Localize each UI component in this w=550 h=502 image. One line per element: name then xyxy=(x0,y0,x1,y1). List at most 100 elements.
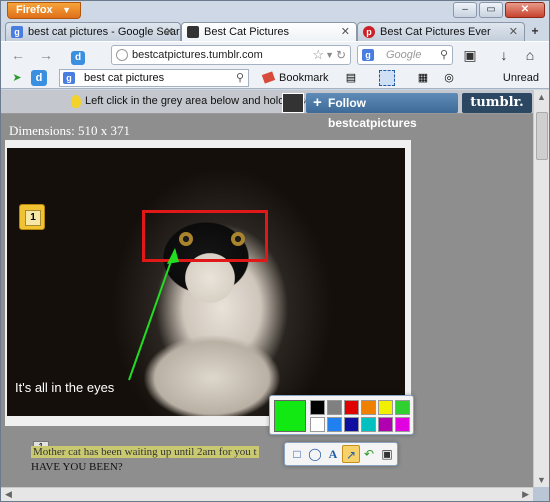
tumblr-logo[interactable]: tumblr. xyxy=(462,93,532,113)
swatch-black[interactable] xyxy=(310,400,325,415)
annotation-arrow[interactable] xyxy=(7,148,405,416)
close-icon[interactable]: ✕ xyxy=(165,23,174,41)
unread-label: Unread xyxy=(502,72,539,84)
share-icon[interactable]: ➤ xyxy=(9,70,25,86)
image-dimensions: Dimensions: 510 x 371 xyxy=(9,123,130,138)
follow-button[interactable]: + Follow bestcatpictures xyxy=(306,93,458,130)
swatch-blue[interactable] xyxy=(327,417,342,432)
post-text-line-1: Mother cat has been waiting up until 2am… xyxy=(31,446,259,458)
bookmarks-menu-icon[interactable]: ▣ xyxy=(461,46,479,64)
chevron-down-icon: ▼ xyxy=(62,5,71,15)
highlighted-text: Mother cat has been waiting up until 2am… xyxy=(31,446,259,458)
maximize-button[interactable]: ▭ xyxy=(479,2,503,18)
minimize-button[interactable]: – xyxy=(453,2,477,18)
text-tool-icon[interactable]: A xyxy=(324,445,342,463)
ellipse-tool-icon[interactable]: ◯ xyxy=(306,445,324,463)
horizontal-scrollbar[interactable]: ◀ ▶ xyxy=(1,487,533,501)
search-bar[interactable]: g Google ⚲ xyxy=(357,45,453,65)
close-icon[interactable]: ✕ xyxy=(509,23,518,41)
pinterest-icon: p xyxy=(363,26,375,38)
tab-label: Best Cat Pictures xyxy=(204,26,289,38)
google-icon: g xyxy=(362,49,374,61)
tab-label: best cat pictures - Google Search xyxy=(28,26,181,38)
browser-window: Firefox ▼ – ▭ ✕ g best cat pictures - Go… xyxy=(0,0,550,502)
follow-label: Follow bestcatpictures xyxy=(328,96,417,130)
back-button[interactable]: ← xyxy=(9,46,27,64)
current-color-swatch[interactable] xyxy=(274,400,306,432)
google-icon: g xyxy=(63,72,75,84)
swatch-green[interactable] xyxy=(395,400,410,415)
firefox-menu-button[interactable]: Firefox ▼ xyxy=(7,2,81,19)
swatch-orange[interactable] xyxy=(361,400,376,415)
window-controls: – ▭ ✕ xyxy=(453,2,545,18)
reload-icon[interactable]: ↻ xyxy=(336,46,346,64)
tab-google-search[interactable]: g best cat pictures - Google Search ✕ xyxy=(5,22,181,41)
cat-favicon xyxy=(187,26,199,38)
search-placeholder: Google xyxy=(386,49,422,61)
page-viewport[interactable]: Left click in the grey area below and ho… xyxy=(1,90,533,487)
swatch-red[interactable] xyxy=(344,400,359,415)
url-bar[interactable]: bestcatpictures.tumblr.com ☆ ▼ ↻ xyxy=(111,45,351,65)
screenshot-icon[interactable]: ▦ xyxy=(415,70,431,86)
arrow-tool-icon[interactable]: ↗ xyxy=(342,445,360,463)
url-text: bestcatpictures.tumblr.com xyxy=(132,49,263,61)
swatch-purple[interactable] xyxy=(378,417,393,432)
tab-pinterest[interactable]: p Best Cat Pictures Ever ✕ xyxy=(357,22,525,41)
addon-toolbar: ➤ d g best cat pictures ⚲ Bookmark ▤ ▦ ◎… xyxy=(1,67,549,89)
swatch-yellow[interactable] xyxy=(378,400,393,415)
scrollbar-thumb[interactable] xyxy=(536,112,548,160)
screenshot-select-icon[interactable] xyxy=(379,70,395,86)
google-icon: g xyxy=(11,26,23,38)
delicious-icon: d xyxy=(71,51,85,65)
post-text-line-2: HAVE YOU BEEN? xyxy=(31,461,123,473)
forward-button[interactable]: → xyxy=(37,46,55,64)
chevron-down-icon[interactable]: ▼ xyxy=(325,46,334,64)
scroll-left-icon[interactable]: ◀ xyxy=(5,489,12,500)
lightbulb-icon xyxy=(71,95,81,108)
rectangle-tool-icon[interactable]: □ xyxy=(288,445,306,463)
plus-icon: + xyxy=(313,94,322,111)
toolbar-search-input[interactable]: g best cat pictures ⚲ xyxy=(59,69,249,87)
bookmark-button[interactable]: Bookmark xyxy=(263,70,329,86)
swatch-gray[interactable] xyxy=(327,400,342,415)
scroll-down-icon[interactable]: ▼ xyxy=(537,475,546,485)
swatch-navy[interactable] xyxy=(344,417,359,432)
firefox-menu-label: Firefox xyxy=(16,4,53,16)
search-icon[interactable]: ⚲ xyxy=(440,46,448,64)
swatch-magenta[interactable] xyxy=(395,417,410,432)
note-number: 1 xyxy=(25,210,41,226)
scroll-up-icon[interactable]: ▲ xyxy=(537,92,546,102)
image-caption: It's all in the eyes xyxy=(15,380,115,395)
bookmark-label: Bookmark xyxy=(279,72,329,84)
close-icon[interactable]: ✕ xyxy=(341,23,350,41)
unread-button[interactable]: Unread xyxy=(487,70,539,86)
swatch-white[interactable] xyxy=(310,417,325,432)
toolbar-search-value: best cat pictures xyxy=(84,72,165,84)
scroll-right-icon[interactable]: ▶ xyxy=(522,489,529,500)
cat-photo: It's all in the eyes 1 xyxy=(7,148,405,416)
blog-avatar[interactable] xyxy=(282,93,304,113)
titlebar: Firefox ▼ – ▭ ✕ xyxy=(1,1,549,21)
navigation-bar: ← → d bestcatpictures.tumblr.com ☆ ▼ ↻ g… xyxy=(1,41,549,67)
new-tab-button[interactable]: + xyxy=(527,23,543,39)
download-icon[interactable]: ↓ xyxy=(495,46,513,64)
page-tools-icon[interactable]: ▤ xyxy=(343,70,359,86)
annotation-toolbar: □ ◯ A ↗ ↶ ▣ xyxy=(284,442,398,466)
star-icon[interactable]: ☆ xyxy=(312,46,324,64)
note-tag-icon[interactable]: 1 xyxy=(19,204,45,230)
selection-notice-bar: Left click in the grey area below and ho… xyxy=(1,90,533,130)
swatch-cyan[interactable] xyxy=(361,417,376,432)
tab-best-cat-pictures[interactable]: Best Cat Pictures ✕ xyxy=(181,22,357,41)
delicious-button[interactable]: d xyxy=(63,46,93,65)
tab-label: Best Cat Pictures Ever xyxy=(380,26,491,38)
extension-icon[interactable]: ◎ xyxy=(441,70,457,86)
close-window-button[interactable]: ✕ xyxy=(505,2,545,18)
color-palette xyxy=(269,395,414,435)
vertical-scrollbar[interactable]: ▲ ▼ xyxy=(533,90,549,487)
home-icon[interactable]: ⌂ xyxy=(521,46,539,64)
search-icon[interactable]: ⚲ xyxy=(236,70,244,86)
globe-icon xyxy=(116,49,128,61)
delicious-icon[interactable]: d xyxy=(31,70,47,86)
save-icon[interactable]: ▣ xyxy=(378,445,396,463)
undo-icon[interactable]: ↶ xyxy=(360,445,378,463)
